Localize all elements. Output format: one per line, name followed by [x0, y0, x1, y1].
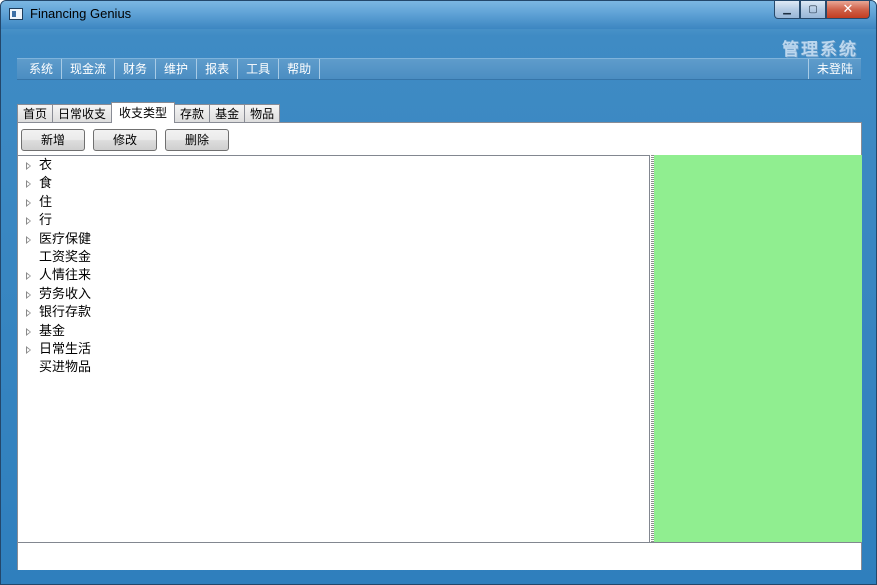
expand-arrow-icon[interactable]	[26, 198, 31, 207]
expand-arrow-icon[interactable]	[26, 309, 31, 318]
expand-arrow-icon[interactable]	[26, 345, 31, 354]
tree-item[interactable]: 劳务收入	[18, 286, 649, 304]
delete-button[interactable]: 删除	[165, 129, 229, 151]
tab-funds[interactable]: 基金	[209, 104, 246, 123]
tree-item-label: 人情往来	[39, 268, 92, 284]
tree-item-label: 医疗保健	[39, 231, 92, 247]
tree-item[interactable]: 日常生活	[18, 341, 649, 359]
title-bar[interactable]: Financing Genius ▁ ▢ ✕	[1, 1, 876, 29]
category-tree[interactable]: 衣 食 住 行 医疗保健 工资奖金 人情往来 劳务收入 银行存款 基金 日常生活…	[18, 155, 650, 542]
brand-logo-text: 管理系统	[782, 40, 858, 60]
tree-item[interactable]: 基金	[18, 323, 649, 341]
tree-item-label: 买进物品	[39, 360, 92, 376]
tab-deposits[interactable]: 存款	[174, 104, 211, 123]
tab-home[interactable]: 首页	[17, 104, 54, 123]
expand-arrow-icon[interactable]	[26, 180, 31, 189]
tree-item-label: 基金	[39, 323, 66, 339]
tab-transaction-types[interactable]: 收支类型	[111, 102, 176, 123]
tree-item[interactable]: 住	[18, 194, 649, 212]
tab-daily-transactions[interactable]: 日常收支	[52, 104, 113, 123]
tree-item-label: 工资奖金	[39, 249, 92, 265]
tab-content: 新增 修改 删除 衣 食 住 行 医疗保健 工资奖金 人情往来 劳务收入 银行存…	[17, 122, 862, 570]
expand-arrow-icon[interactable]	[26, 290, 31, 299]
menu-item-system[interactable]: 系统	[21, 59, 63, 79]
tree-item[interactable]: 银行存款	[18, 304, 649, 322]
app-window: Financing Genius ▁ ▢ ✕ 管理系统 系统 现金流 财务 维护…	[0, 0, 877, 585]
expand-arrow-icon[interactable]	[26, 272, 31, 281]
expand-arrow-icon[interactable]	[26, 327, 31, 336]
menu-items: 系统 现金流 财务 维护 报表 工具 帮助	[21, 59, 321, 79]
tree-item-label: 食	[39, 176, 53, 192]
close-button[interactable]: ✕	[826, 1, 870, 19]
menu-item-cashflow[interactable]: 现金流	[62, 59, 116, 79]
menu-item-reports[interactable]: 报表	[197, 59, 239, 79]
tree-item[interactable]: 医疗保健	[18, 231, 649, 249]
tab-strip: 首页 日常收支 收支类型 存款 基金 物品	[17, 102, 281, 123]
menu-item-maintenance[interactable]: 维护	[156, 59, 198, 79]
login-status[interactable]: 未登陆	[807, 59, 861, 79]
tree-item-label: 日常生活	[39, 341, 92, 357]
tree-item-label: 行	[39, 213, 53, 229]
tree-item[interactable]: 衣	[18, 157, 649, 175]
tree-list: 衣 食 住 行 医疗保健 工资奖金 人情往来 劳务收入 银行存款 基金 日常生活…	[18, 156, 649, 378]
tree-item-label: 住	[39, 194, 53, 210]
tree-item-label: 衣	[39, 158, 53, 173]
app-window-icon[interactable]	[9, 8, 23, 20]
menu-item-tools[interactable]: 工具	[238, 59, 280, 79]
tree-item-label: 劳务收入	[39, 286, 92, 302]
minimize-button[interactable]: ▁	[774, 1, 800, 19]
expand-arrow-icon[interactable]	[26, 217, 31, 226]
expand-arrow-icon[interactable]	[26, 235, 31, 244]
maximize-button[interactable]: ▢	[800, 1, 826, 19]
tree-item[interactable]: 行	[18, 212, 649, 230]
menu-item-help[interactable]: 帮助	[279, 59, 321, 79]
tree-item[interactable]: 食	[18, 175, 649, 193]
caption-buttons: ▁ ▢ ✕	[774, 1, 870, 20]
detail-panel	[654, 155, 862, 542]
menu-item-finance[interactable]: 财务	[115, 59, 157, 79]
status-bar	[18, 542, 861, 570]
expand-arrow-icon[interactable]	[26, 162, 31, 170]
menu-bar: 系统 现金流 财务 维护 报表 工具 帮助 未登陆	[17, 58, 861, 80]
window-title: Financing Genius	[30, 6, 132, 21]
tree-item[interactable]: 工资奖金	[18, 249, 649, 267]
tab-items[interactable]: 物品	[244, 104, 281, 123]
edit-button[interactable]: 修改	[93, 129, 157, 151]
tree-item[interactable]: 人情往来	[18, 267, 649, 285]
tree-item[interactable]: 买进物品	[18, 359, 649, 377]
add-button[interactable]: 新增	[21, 129, 85, 151]
tree-item-label: 银行存款	[39, 305, 92, 321]
